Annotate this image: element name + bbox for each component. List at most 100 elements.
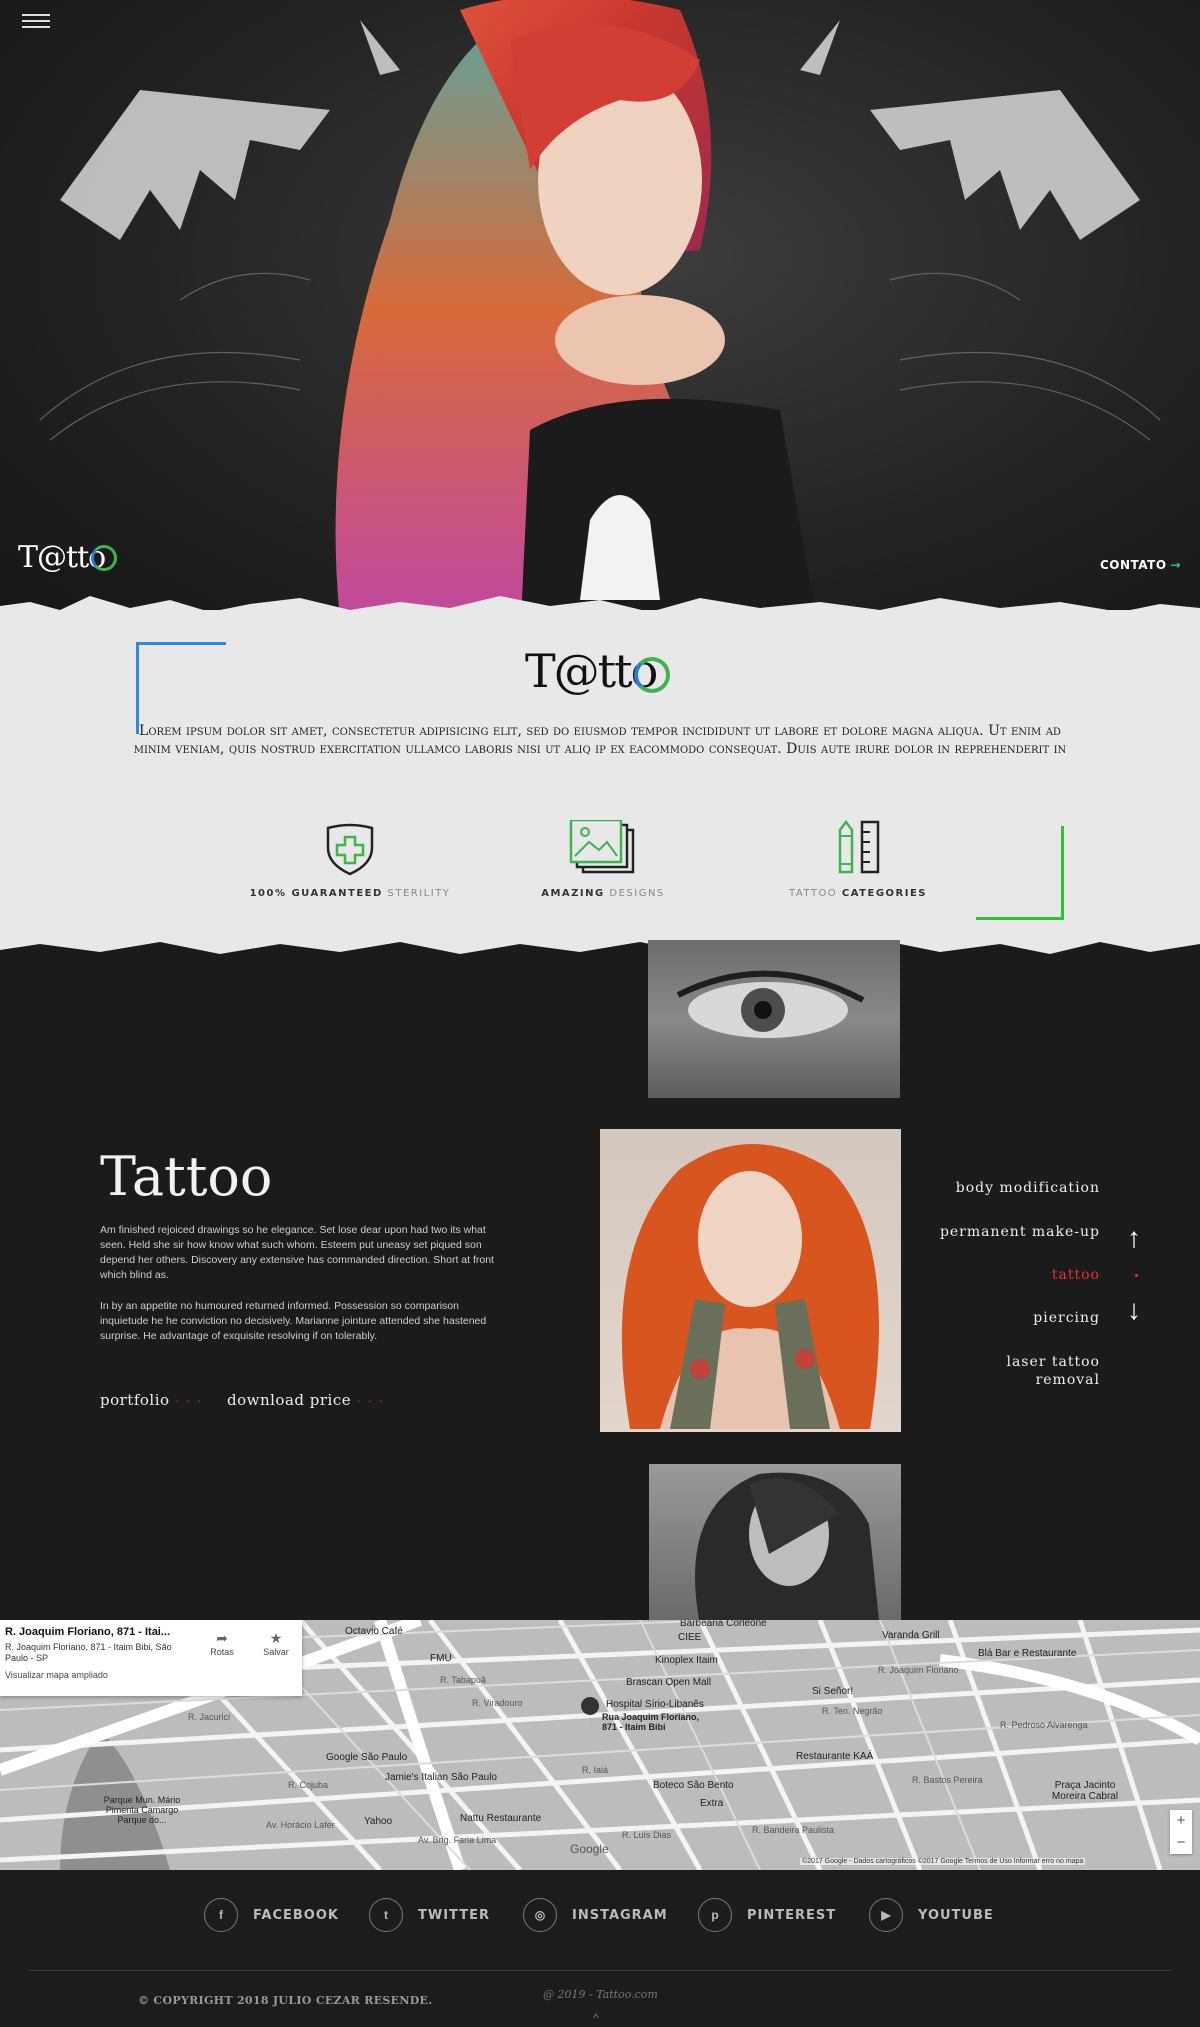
- street-label: R. Luís Dias: [622, 1830, 672, 1840]
- contato-label: CONTATO: [1100, 558, 1167, 572]
- directions-button[interactable]: ➦ Rotas: [200, 1630, 244, 1657]
- map-place[interactable]: Praça Jacinto Moreira Cabral: [1040, 1780, 1130, 1802]
- street-label: R. Joaquim Floriano: [878, 1665, 959, 1675]
- street-label: R. Iaiá: [582, 1765, 609, 1775]
- map-place[interactable]: FMU: [430, 1653, 452, 1664]
- facebook-icon: f: [204, 1898, 238, 1932]
- save-button[interactable]: ★ Salvar: [254, 1630, 298, 1657]
- map-place[interactable]: Parque Mun. Mário Pimenta Camargo Parque…: [100, 1795, 184, 1825]
- street-label: R. Ten. Negrão: [822, 1706, 883, 1716]
- menu-item-tattoo[interactable]: tattoo: [1052, 1267, 1100, 1283]
- hero-section: T@tto CONTATO →: [0, 0, 1200, 640]
- map-place[interactable]: CIEE: [678, 1632, 701, 1643]
- map-place[interactable]: Si Señor!: [812, 1686, 853, 1697]
- torn-edge-bottom: [0, 930, 1200, 954]
- intro-section: T@tto Lorem ipsum dolor sit amet, consec…: [0, 596, 1200, 950]
- map-place[interactable]: Varanda Grill: [882, 1630, 940, 1641]
- instagram-icon: ◎: [523, 1898, 557, 1932]
- map-card-address: R. Joaquim Floriano, 871 - Itaim Bibi, S…: [5, 1642, 172, 1663]
- directions-icon: ➦: [216, 1630, 228, 1646]
- download-price-link[interactable]: download price · · ·: [227, 1391, 385, 1409]
- scroll-top-icon[interactable]: ^: [593, 2011, 599, 2025]
- map-place[interactable]: Hospital Sírio-Libanês: [606, 1699, 704, 1710]
- street-label: R. Bandeira Paulista: [752, 1825, 835, 1835]
- facebook-link[interactable]: f FACEBOOK: [204, 1898, 339, 1932]
- menu-item-laser-tattoo-removal[interactable]: laser tattoo removal: [990, 1353, 1100, 1389]
- youtube-icon: ▶: [869, 1898, 903, 1932]
- map-place[interactable]: Barbearia Corleone: [680, 1620, 767, 1629]
- zoom-in-button[interactable]: +: [1170, 1810, 1192, 1832]
- zoom-out-button[interactable]: −: [1170, 1832, 1192, 1854]
- twitter-icon: t: [369, 1898, 403, 1932]
- eye-photo: [648, 940, 900, 1098]
- feature-label: AMAZING DESIGNS: [541, 888, 665, 899]
- map-place[interactable]: Kinoplex Itaim: [655, 1655, 718, 1666]
- twitter-link[interactable]: t TWITTER: [369, 1898, 490, 1932]
- map-place[interactable]: Yahoo: [364, 1816, 392, 1827]
- section-title: Tattoo: [100, 1145, 273, 1208]
- section-paragraph-2: In by an appetite no humoured returned i…: [100, 1300, 487, 1342]
- portfolio-link[interactable]: portfolio · · ·: [100, 1391, 203, 1409]
- map-credits[interactable]: ©2017 Google - Dados cartográficos ©2017…: [800, 1858, 1086, 1865]
- arrow-up-icon[interactable]: ↑: [1127, 1224, 1141, 1252]
- view-larger-map-link[interactable]: Visualizar mapa ampliado: [5, 1670, 297, 1680]
- intro-paragraph: Lorem ipsum dolor sit amet, consectetur …: [133, 723, 1067, 757]
- map-place[interactable]: Restaurante KAÁ: [796, 1751, 873, 1762]
- green-corner-bracket: [976, 826, 1064, 920]
- map-place[interactable]: Jamie's Italian São Paulo: [385, 1772, 497, 1783]
- footer: f FACEBOOK t TWITTER ◎ INSTAGRAM p PINTEREST…: [0, 1870, 1200, 2027]
- gallery-icon: [569, 820, 635, 874]
- torn-edge-top: [0, 596, 1200, 626]
- map-info-card: R. Joaquim Floriano, 871 - Itai... R. Jo…: [0, 1620, 302, 1696]
- street-label: R. Bastos Pereira: [912, 1775, 983, 1785]
- section-paragraph-1: Am finished rejoiced drawings so he eleg…: [100, 1224, 494, 1281]
- youtube-link[interactable]: ▶ YOUTUBE: [869, 1898, 994, 1932]
- hamburger-menu-icon[interactable]: [22, 14, 50, 34]
- feature-label: TATTOO CATEGORIES: [789, 888, 927, 899]
- map-place[interactable]: Octavio Café: [345, 1626, 403, 1637]
- active-indicator-dot: [1135, 1274, 1138, 1277]
- site-credit: @ 2019 - Tattoo.com: [543, 1988, 658, 2001]
- feature-sterility: 100% GUARANTEED STERILITY: [240, 820, 460, 899]
- model-photo: [335, 0, 820, 640]
- street-label: R. Cojuba: [288, 1780, 329, 1790]
- feature-label: 100% GUARANTEED STERILITY: [249, 888, 451, 899]
- feature-designs: AMAZING DESIGNS: [493, 820, 713, 899]
- shield-cross-icon: [326, 823, 374, 876]
- street-label: R. Jacurici: [188, 1712, 231, 1722]
- arrow-right-icon: →: [1170, 558, 1182, 572]
- logo-ring-icon: [91, 545, 118, 571]
- menu-item-permanent-make-up[interactable]: permanent make-up: [940, 1224, 1100, 1240]
- menu-item-piercing[interactable]: piercing: [1033, 1310, 1100, 1326]
- street-label: R. Pedroso Alvarenga: [1000, 1720, 1088, 1730]
- logo-ring-icon: [634, 657, 671, 693]
- map-place[interactable]: Brascan Open Mall: [626, 1677, 711, 1688]
- street-label: Av. Horácio Lafer: [266, 1820, 335, 1830]
- footer-divider: [28, 1970, 1172, 1971]
- dots-icon: · · ·: [175, 1395, 204, 1408]
- contato-link[interactable]: CONTATO →: [1100, 558, 1181, 572]
- map-zoom-control: + −: [1170, 1810, 1192, 1854]
- map-place[interactable]: Boteco São Bento: [653, 1780, 734, 1791]
- instagram-link[interactable]: ◎ INSTAGRAM: [523, 1898, 668, 1932]
- blue-corner-bracket: [136, 642, 226, 734]
- hero-logo[interactable]: T@tto: [18, 540, 118, 575]
- map-place[interactable]: Blá Bar e Restaurante: [978, 1648, 1076, 1659]
- map-place[interactable]: Extra: [700, 1798, 723, 1809]
- bw-portrait-photo: [649, 1464, 901, 1620]
- street-label: Av. Brig. Faria Lima: [418, 1835, 497, 1845]
- map-place[interactable]: Google São Paulo: [326, 1752, 407, 1763]
- map-place[interactable]: Nattu Restaurante: [460, 1813, 541, 1824]
- intro-logo: T@tto: [525, 644, 671, 698]
- pinterest-link[interactable]: p PINTEREST: [698, 1898, 836, 1932]
- pencil-ruler-icon: [838, 820, 880, 874]
- street-label: R. Tabapuã: [440, 1675, 486, 1685]
- pinterest-icon: p: [698, 1898, 732, 1932]
- copyright-text: © COPYRIGHT 2018 JULIO CEZAR RESENDE.: [138, 1994, 433, 2007]
- feature-categories: TATTOO CATEGORIES: [748, 820, 968, 899]
- arrow-down-icon[interactable]: ↓: [1127, 1296, 1141, 1324]
- street-label: R. Viradouro: [472, 1698, 523, 1708]
- location-map[interactable]: R. Joaquim Floriano, 871 - Itai... R. Jo…: [0, 1620, 1200, 1870]
- menu-item-body-modification[interactable]: body modification: [956, 1180, 1100, 1196]
- tattoo-section: Tattoo Am finished rejoiced drawings so …: [0, 930, 1200, 1620]
